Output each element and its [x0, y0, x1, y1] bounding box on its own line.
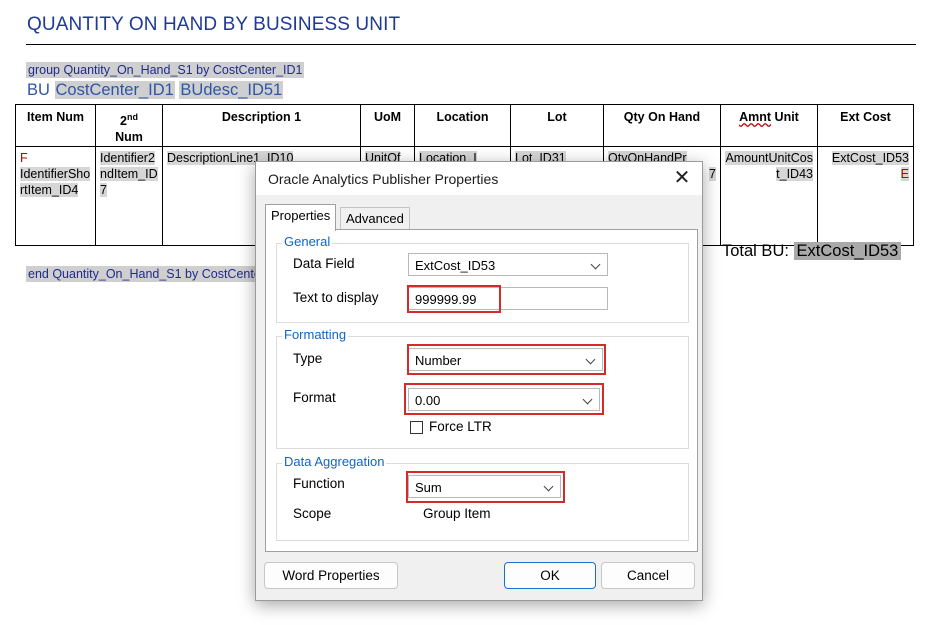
scope-value: Group Item: [423, 506, 491, 521]
col-header-description: Description 1: [162, 103, 361, 148]
highlight-text-to-display: [407, 285, 501, 313]
general-group-label: General: [282, 234, 333, 249]
properties-panel: General Data Field ExtCost_ID53 Text to …: [265, 229, 698, 552]
force-ltr-checkbox[interactable]: [410, 421, 423, 434]
total-bu: Total BU: ExtCost_ID53: [722, 242, 902, 261]
data-field-select[interactable]: ExtCost_ID53: [408, 253, 608, 276]
col-header-qty: Qty On Hand: [603, 103, 721, 148]
col-header-location: Location: [414, 103, 511, 148]
data-field-label: Data Field: [293, 256, 355, 271]
cell-amount-unit[interactable]: AmountUnitCost_ID43: [720, 146, 818, 247]
col-header-2nd-num: 2nd Num: [95, 103, 163, 148]
highlight-format: [404, 383, 604, 415]
function-label: Function: [293, 476, 345, 491]
properties-dialog: Oracle Analytics Publisher Properties ✕ …: [255, 161, 703, 601]
scope-label: Scope: [293, 506, 332, 521]
highlight-type: [407, 344, 606, 375]
total-label: Total BU:: [722, 242, 789, 260]
col-header-ext-cost: Ext Cost: [817, 103, 914, 148]
group-start-field[interactable]: group Quantity_On_Hand_S1 by CostCenter_…: [26, 62, 305, 78]
col-header-amnt-unit: Amnt Unit: [720, 103, 818, 148]
group-end-field[interactable]: end Quantity_On_Hand_S1 by CostCenter_ID…: [26, 266, 266, 282]
formatting-group-label: Formatting: [282, 327, 349, 342]
col-header-lot: Lot: [510, 103, 604, 148]
col-header-item-num: Item Num: [15, 103, 96, 148]
close-icon[interactable]: ✕: [670, 166, 694, 190]
text-to-display-label: Text to display: [293, 290, 379, 305]
cell-2nd-num[interactable]: Identifier2ndItem_ID7: [95, 146, 163, 247]
force-ltr-label: Force LTR: [429, 419, 492, 434]
format-label: Format: [293, 390, 336, 405]
end-marker: E: [900, 167, 909, 182]
budesc-field[interactable]: BUdesc_ID51: [179, 81, 284, 99]
word-properties-button[interactable]: Word Properties: [264, 562, 398, 589]
ok-button[interactable]: OK: [504, 562, 596, 589]
item-num-field: IdentifierShortItem_ID4: [20, 167, 91, 198]
cancel-button[interactable]: Cancel: [601, 562, 695, 589]
total-field[interactable]: ExtCost_ID53: [793, 242, 902, 260]
title-divider: [26, 44, 916, 45]
costcenter-field[interactable]: CostCenter_ID1: [54, 81, 175, 99]
type-label: Type: [293, 351, 323, 366]
col-header-uom: UoM: [360, 103, 415, 148]
bu-line: BU CostCenter_ID1 BUdesc_ID51: [27, 81, 284, 100]
chevron-down-icon: [590, 259, 601, 270]
dialog-title: Oracle Analytics Publisher Properties: [268, 171, 499, 187]
table-header-row: Item Num 2nd Num Description 1 UoM Locati…: [15, 103, 914, 148]
aggregation-group-label: Data Aggregation: [282, 454, 387, 469]
cell-item-num[interactable]: F IdentifierShortItem_ID4: [15, 146, 96, 247]
report-title: QUANTITY ON HAND BY BUSINESS UNIT: [27, 14, 401, 35]
tab-advanced[interactable]: Advanced: [340, 207, 410, 231]
cell-ext-cost[interactable]: ExtCost_ID53 E: [817, 146, 914, 247]
tab-properties[interactable]: Properties: [265, 204, 337, 231]
bu-prefix: BU: [27, 81, 50, 99]
highlight-function: [406, 471, 565, 503]
for-each-marker: F: [20, 151, 28, 166]
